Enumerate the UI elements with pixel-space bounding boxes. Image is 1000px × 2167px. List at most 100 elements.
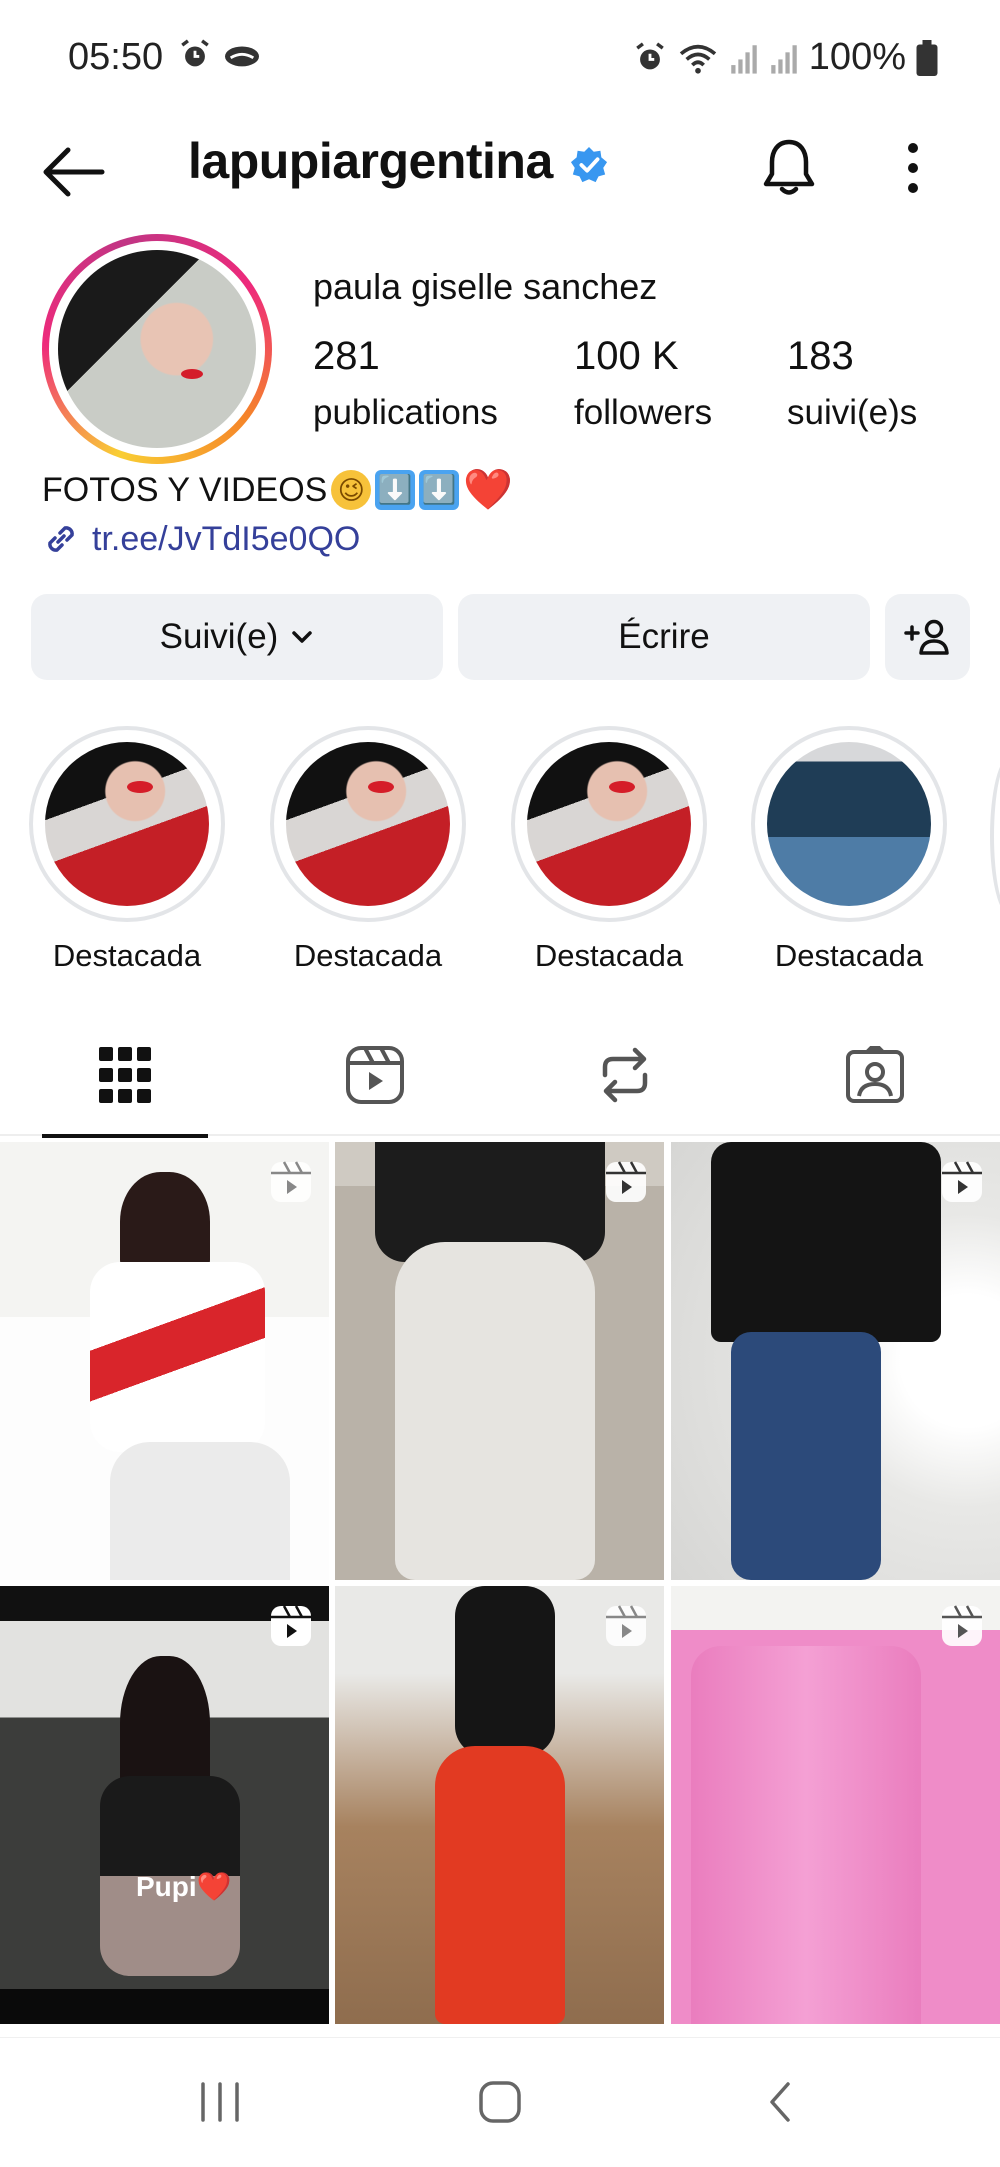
reel-badge-icon	[606, 1161, 646, 1202]
suggested-users-button[interactable]	[885, 594, 970, 680]
system-navigation-bar	[0, 2037, 1000, 2167]
stat-following-label: suivi(e)s	[787, 393, 918, 432]
post-overlay-text: Pupi❤️	[136, 1871, 232, 1902]
post-thumbnail[interactable]	[0, 1142, 329, 1580]
highlight-label: Destacada	[534, 938, 684, 973]
story-highlight[interactable]: Destacada	[511, 726, 707, 974]
recent-apps-icon	[201, 2082, 239, 2122]
reel-badge-icon	[271, 1605, 311, 1646]
stat-following[interactable]: 183 suivi(e)s	[787, 334, 917, 433]
post-thumbnail[interactable]	[671, 1586, 1000, 2024]
cloud-icon	[225, 46, 259, 67]
post-image-content	[731, 1332, 881, 1580]
stat-followers-label: followers	[574, 393, 713, 432]
wink-emoji: 😉	[331, 470, 372, 510]
highlight-ring	[751, 726, 947, 922]
profile-link[interactable]: tr.ee/JvTdI5e0QO	[40, 518, 360, 560]
post-image-content	[110, 1442, 290, 1580]
back-button[interactable]	[38, 142, 108, 202]
profile-link-text: tr.ee/JvTdI5e0QO	[92, 519, 361, 558]
profile-header: lapupiargentina	[0, 112, 1000, 224]
profile-avatar-story-ring[interactable]	[42, 234, 272, 464]
highlight-ring	[511, 726, 707, 922]
post-image-content	[711, 1142, 941, 1342]
post-image-content	[435, 1746, 565, 2024]
profile-username: lapupiargentina	[188, 133, 553, 189]
signal-icon	[731, 44, 757, 74]
story-highlight[interactable]: Destacada	[751, 726, 947, 974]
reposts-icon	[602, 1047, 648, 1103]
home-button[interactable]	[460, 2072, 540, 2132]
more-options-button[interactable]	[888, 136, 938, 200]
post-thumbnail[interactable]	[335, 1142, 664, 1580]
stat-posts-value: 281	[313, 334, 380, 378]
following-button[interactable]: Suivi(e)	[31, 594, 443, 680]
add-person-icon	[903, 619, 949, 655]
down-arrow-emoji: ⬇️	[375, 470, 416, 510]
highlight-ring	[270, 726, 466, 922]
highlight-cover	[527, 742, 691, 906]
tab-posts-grid[interactable]	[0, 1014, 250, 1138]
reel-badge-icon	[942, 1605, 982, 1646]
post-image-content	[691, 1646, 921, 2024]
stat-posts-label: publications	[313, 393, 498, 432]
highlight-cover	[286, 742, 450, 906]
highlight-cover-detail	[609, 781, 635, 794]
message-button[interactable]: Écrire	[458, 594, 870, 680]
more-vertical-icon	[908, 143, 918, 193]
bell-icon	[763, 139, 815, 195]
stat-followers[interactable]: 100 K followers	[574, 334, 712, 433]
avatar	[58, 250, 256, 448]
tab-reels[interactable]	[250, 1014, 500, 1136]
highlight-cover	[45, 742, 209, 906]
chevron-left-icon	[770, 2082, 790, 2122]
post-image-content	[455, 1586, 555, 1756]
tagged-icon	[846, 1046, 904, 1103]
link-icon	[48, 526, 74, 552]
posts-grid: Pupi❤️	[0, 1142, 1000, 2037]
post-thumbnail[interactable]	[671, 1142, 1000, 1580]
post-image-content	[90, 1262, 265, 1452]
post-thumbnail[interactable]: Pupi❤️	[0, 1586, 329, 2024]
alarm-icon	[181, 39, 209, 67]
tab-reposts[interactable]	[500, 1014, 750, 1136]
following-button-label: Suivi(e)	[159, 617, 279, 656]
battery-icon	[916, 39, 938, 76]
reel-badge-icon	[606, 1605, 646, 1646]
down-arrow-emoji: ⬇️	[419, 470, 460, 510]
system-back-button[interactable]	[740, 2072, 820, 2132]
avatar-inner	[49, 241, 265, 457]
stat-posts[interactable]: 281 publications	[313, 334, 498, 433]
active-tab-indicator	[42, 1134, 208, 1138]
post-thumbnail[interactable]	[335, 1586, 664, 2024]
recent-apps-button[interactable]	[180, 2072, 260, 2132]
story-highlight[interactable]: Destacada	[29, 726, 225, 974]
grid-icon	[99, 1047, 151, 1103]
profile-full-name: paula giselle sanchez	[313, 266, 658, 307]
message-button-label: Écrire	[618, 617, 710, 656]
chevron-down-icon	[292, 631, 313, 643]
battery-percent: 100%	[808, 36, 906, 78]
highlight-cover-detail	[127, 781, 153, 794]
highlight-label: Destacada	[52, 938, 202, 973]
reel-badge-icon	[271, 1161, 311, 1202]
story-highlight-partial[interactable]	[990, 756, 1000, 916]
profile-content-tabs	[0, 1014, 1000, 1138]
reels-icon	[346, 1046, 404, 1104]
status-bar: 05:50 100%	[0, 0, 1000, 112]
highlight-label: Destacada	[293, 938, 443, 973]
notifications-button[interactable]	[756, 134, 822, 200]
wifi-icon	[679, 44, 716, 74]
stat-followers-value: 100 K	[574, 334, 679, 378]
bio-text: FOTOS Y VIDEOS	[42, 470, 328, 509]
back-arrow-icon	[43, 147, 105, 197]
status-time: 05:50	[68, 36, 164, 78]
highlight-cover-detail	[368, 781, 394, 794]
story-highlight[interactable]: Destacada	[270, 726, 466, 974]
avatar-detail	[180, 368, 203, 379]
highlight-cover	[767, 742, 931, 906]
highlight-ring	[29, 726, 225, 922]
status-right: 100%	[633, 36, 938, 79]
tab-tagged[interactable]	[750, 1014, 1000, 1136]
home-icon	[479, 2081, 521, 2123]
